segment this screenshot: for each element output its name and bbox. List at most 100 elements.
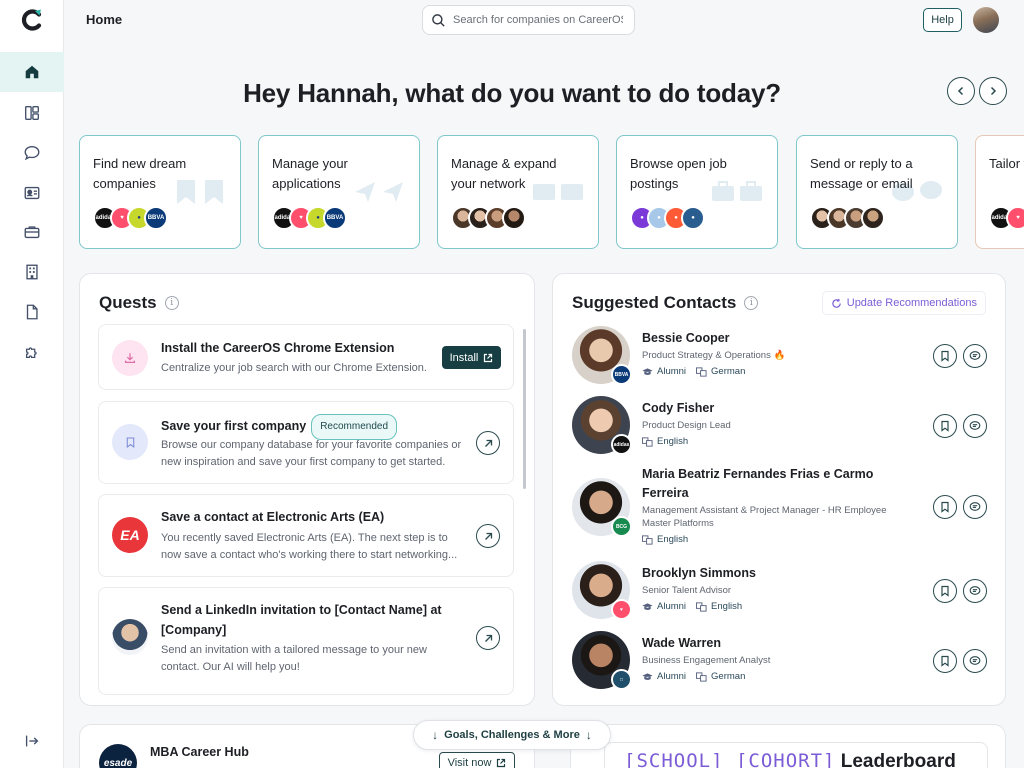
search-bar[interactable] <box>422 5 635 35</box>
bbva-logo: BBVA <box>144 206 168 230</box>
action-card-label: Find new dream companies <box>93 156 187 191</box>
tag-label: English <box>657 436 689 447</box>
info-icon[interactable]: i <box>164 296 179 310</box>
contact-actions <box>933 344 987 368</box>
bookmark-icon <box>941 655 949 667</box>
arrow-down-icon: ↓ <box>585 728 592 742</box>
bookmark-icon <box>941 501 949 513</box>
alumni-tag: Alumni <box>642 601 686 612</box>
contact-role: Business Engagement Analyst <box>642 655 771 666</box>
tinder-logo: ♥ <box>611 599 632 620</box>
search-input[interactable] <box>453 14 623 26</box>
translate-icon <box>642 436 653 447</box>
action-card-find-companies[interactable]: Find new dream companies adidas ♥ ● BBVA <box>79 135 241 249</box>
contacts-title: Suggested Contacts i <box>572 293 759 313</box>
contact-row[interactable]: adidas Cody Fisher Product Design Lead E… <box>553 394 1005 458</box>
action-card-applications[interactable]: Manage your applications adidas ♥ ● BBVA <box>258 135 420 249</box>
action-card-label: Manage your applications <box>272 156 348 191</box>
message-contact-button[interactable] <box>963 495 987 519</box>
briefcase-icon <box>24 226 40 239</box>
save-contact-button[interactable] <box>933 579 957 603</box>
contact-row[interactable]: ♥ Brooklyn Simmons Senior Talent Advisor… <box>553 559 1005 623</box>
user-avatar[interactable] <box>973 7 999 33</box>
chat-icon <box>969 656 981 665</box>
sidebar-item-companies[interactable] <box>0 252 64 292</box>
save-contact-button[interactable] <box>933 649 957 673</box>
chat-icon <box>969 586 981 595</box>
update-recommendations-button[interactable]: Update Recommendations <box>821 291 986 315</box>
bbva-logo: BBVA <box>611 364 632 385</box>
message-contact-button[interactable] <box>963 579 987 603</box>
avatar <box>502 206 526 230</box>
quest-title-text: Save your first company <box>161 419 307 433</box>
save-contact-button[interactable] <box>933 495 957 519</box>
message-contact-button[interactable] <box>963 344 987 368</box>
contact-name: Maria Beatriz Fernandes Frias e Carmo Fe… <box>642 467 874 500</box>
graduation-cap-icon <box>642 602 653 610</box>
install-button[interactable]: Install <box>442 346 501 369</box>
contact-avatars <box>810 206 885 230</box>
quest-item-linkedin-invite[interactable]: Send a LinkedIn invitation to [Contact N… <box>98 587 514 695</box>
action-card-job-postings[interactable]: Browse open job postings ● ● ● ● <box>616 135 778 249</box>
info-icon[interactable]: i <box>744 296 759 310</box>
contact-actions <box>933 649 987 673</box>
contact-role: Product Design Lead <box>642 420 731 431</box>
quest-item-save-contact[interactable]: EA Save a contact at Electronic Arts (EA… <box>98 494 514 577</box>
action-card-messages[interactable]: Send or reply to a message or email <box>796 135 958 249</box>
language-tag: English <box>696 601 742 612</box>
visit-now-button[interactable]: Visit now <box>439 752 515 768</box>
action-card-resume[interactable]: Tailor your resume adidas ♥ <box>975 135 1024 249</box>
careeros-logo[interactable] <box>20 8 44 32</box>
open-quest-button[interactable] <box>476 524 500 548</box>
contact-row[interactable]: BCG Maria Beatriz Fernandes Frias e Carm… <box>553 464 1005 550</box>
sidebar-item-documents[interactable] <box>0 292 64 332</box>
collapse-sidebar-button[interactable] <box>0 721 64 761</box>
sidebar-item-dashboard[interactable] <box>0 93 64 133</box>
graduation-cap-icon <box>642 672 653 680</box>
save-contact-button[interactable] <box>933 414 957 438</box>
save-contact-button[interactable] <box>933 344 957 368</box>
help-button[interactable]: Help <box>923 8 962 32</box>
carousel-prev-button[interactable] <box>947 77 975 105</box>
translate-icon <box>696 671 707 682</box>
translate-icon <box>642 534 653 545</box>
contact-row[interactable]: BBVA Bessie Cooper Product Strategy & Op… <box>553 324 1005 388</box>
open-quest-button[interactable] <box>476 431 500 455</box>
quest-description: Send an invitation with a tailored messa… <box>161 644 427 673</box>
tag-label: Alumni <box>657 601 687 612</box>
sidebar-item-contacts[interactable] <box>0 173 64 213</box>
building-icon <box>26 264 38 280</box>
install-button-label: Install <box>449 351 479 364</box>
chevron-right-icon <box>990 86 997 96</box>
contact-row[interactable]: □ Wade Warren Business Engagement Analys… <box>553 629 1005 693</box>
page-title: Home <box>86 12 123 27</box>
open-quest-button[interactable] <box>476 626 500 650</box>
chat-icon <box>969 351 981 360</box>
bbva-logo: BBVA <box>323 206 347 230</box>
goals-challenges-button[interactable]: ↓ Goals, Challenges & More ↓ <box>413 720 611 750</box>
update-recommendations-label: Update Recommendations <box>846 297 977 309</box>
quest-description: Centralize your job search with our Chro… <box>161 362 427 374</box>
message-contact-button[interactable] <box>963 414 987 438</box>
contact-actions <box>933 414 987 438</box>
message-contact-button[interactable] <box>963 649 987 673</box>
contact-actions <box>933 495 987 519</box>
carousel-next-button[interactable] <box>979 77 1007 105</box>
action-card-label: Browse open job postings <box>630 156 727 191</box>
collapse-sidebar-icon <box>25 735 39 747</box>
tinder-logo: ♥ <box>1006 206 1024 230</box>
sidebar-item-home[interactable] <box>0 52 64 92</box>
alumni-tag: Alumni <box>642 671 686 682</box>
scrollbar[interactable] <box>523 329 526 489</box>
sidebar-item-jobs[interactable] <box>0 212 64 252</box>
action-card-label: Tailor your resume <box>989 156 1024 171</box>
sidebar-item-extensions[interactable] <box>0 332 64 372</box>
sidebar-item-messages[interactable] <box>0 133 64 173</box>
action-card-network[interactable]: Manage & expand your network <box>437 135 599 249</box>
quest-title: Save a contact at Electronic Arts (EA) <box>161 510 385 524</box>
contact-tags: Alumni German <box>642 366 745 377</box>
quest-item-save-company[interactable]: Save your first company Recommended Brows… <box>98 401 514 484</box>
bcg-logo: BCG <box>611 516 632 537</box>
download-icon <box>112 340 148 376</box>
quest-item-chrome-extension[interactable]: Install the CareerOS Chrome Extension Ce… <box>98 324 514 390</box>
